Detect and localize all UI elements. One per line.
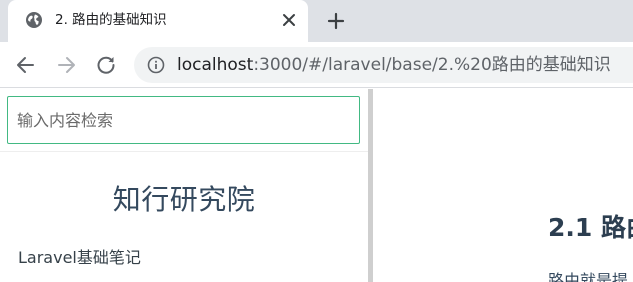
new-tab-icon[interactable] (325, 10, 347, 32)
search-input[interactable] (7, 96, 360, 144)
sidebar-item-laravel-basics[interactable]: Laravel基础笔记 (18, 244, 141, 268)
app-name[interactable]: 知行研究院 (0, 178, 368, 218)
back-arrow-icon[interactable] (14, 53, 38, 77)
browser-tab[interactable]: 2. 路由的基础知识 (8, 0, 308, 42)
reload-icon[interactable] (94, 53, 118, 77)
url-text[interactable]: localhost:3000/#/laravel/base/2.%20路由的基础… (177, 55, 611, 75)
globe-icon (26, 12, 42, 28)
tab-title: 2. 路由的基础知识 (55, 12, 167, 28)
content-paragraph: 路由就是提 (548, 271, 629, 282)
main-content: 2.1 路由 路由就是提 (373, 89, 633, 282)
section-heading: 2.1 路由 (548, 213, 633, 242)
page-viewport: 知行研究院 Laravel基础笔记 2.1 路由 路由就是提 (0, 89, 633, 282)
info-icon[interactable] (147, 56, 165, 74)
forward-arrow-icon[interactable] (54, 53, 78, 77)
url-path: :3000/#/laravel/base/2.%20路由的基础知识 (253, 55, 611, 75)
url-host: localhost (177, 55, 254, 75)
tab-strip: 2. 路由的基础知识 (0, 0, 633, 42)
address-bar[interactable]: localhost:3000/#/laravel/base/2.%20路由的基础… (134, 47, 633, 83)
search-container (0, 89, 368, 152)
browser-toolbar: localhost:3000/#/laravel/base/2.%20路由的基础… (0, 42, 633, 88)
sidebar: 知行研究院 Laravel基础笔记 (0, 89, 368, 282)
close-icon[interactable] (279, 10, 299, 30)
